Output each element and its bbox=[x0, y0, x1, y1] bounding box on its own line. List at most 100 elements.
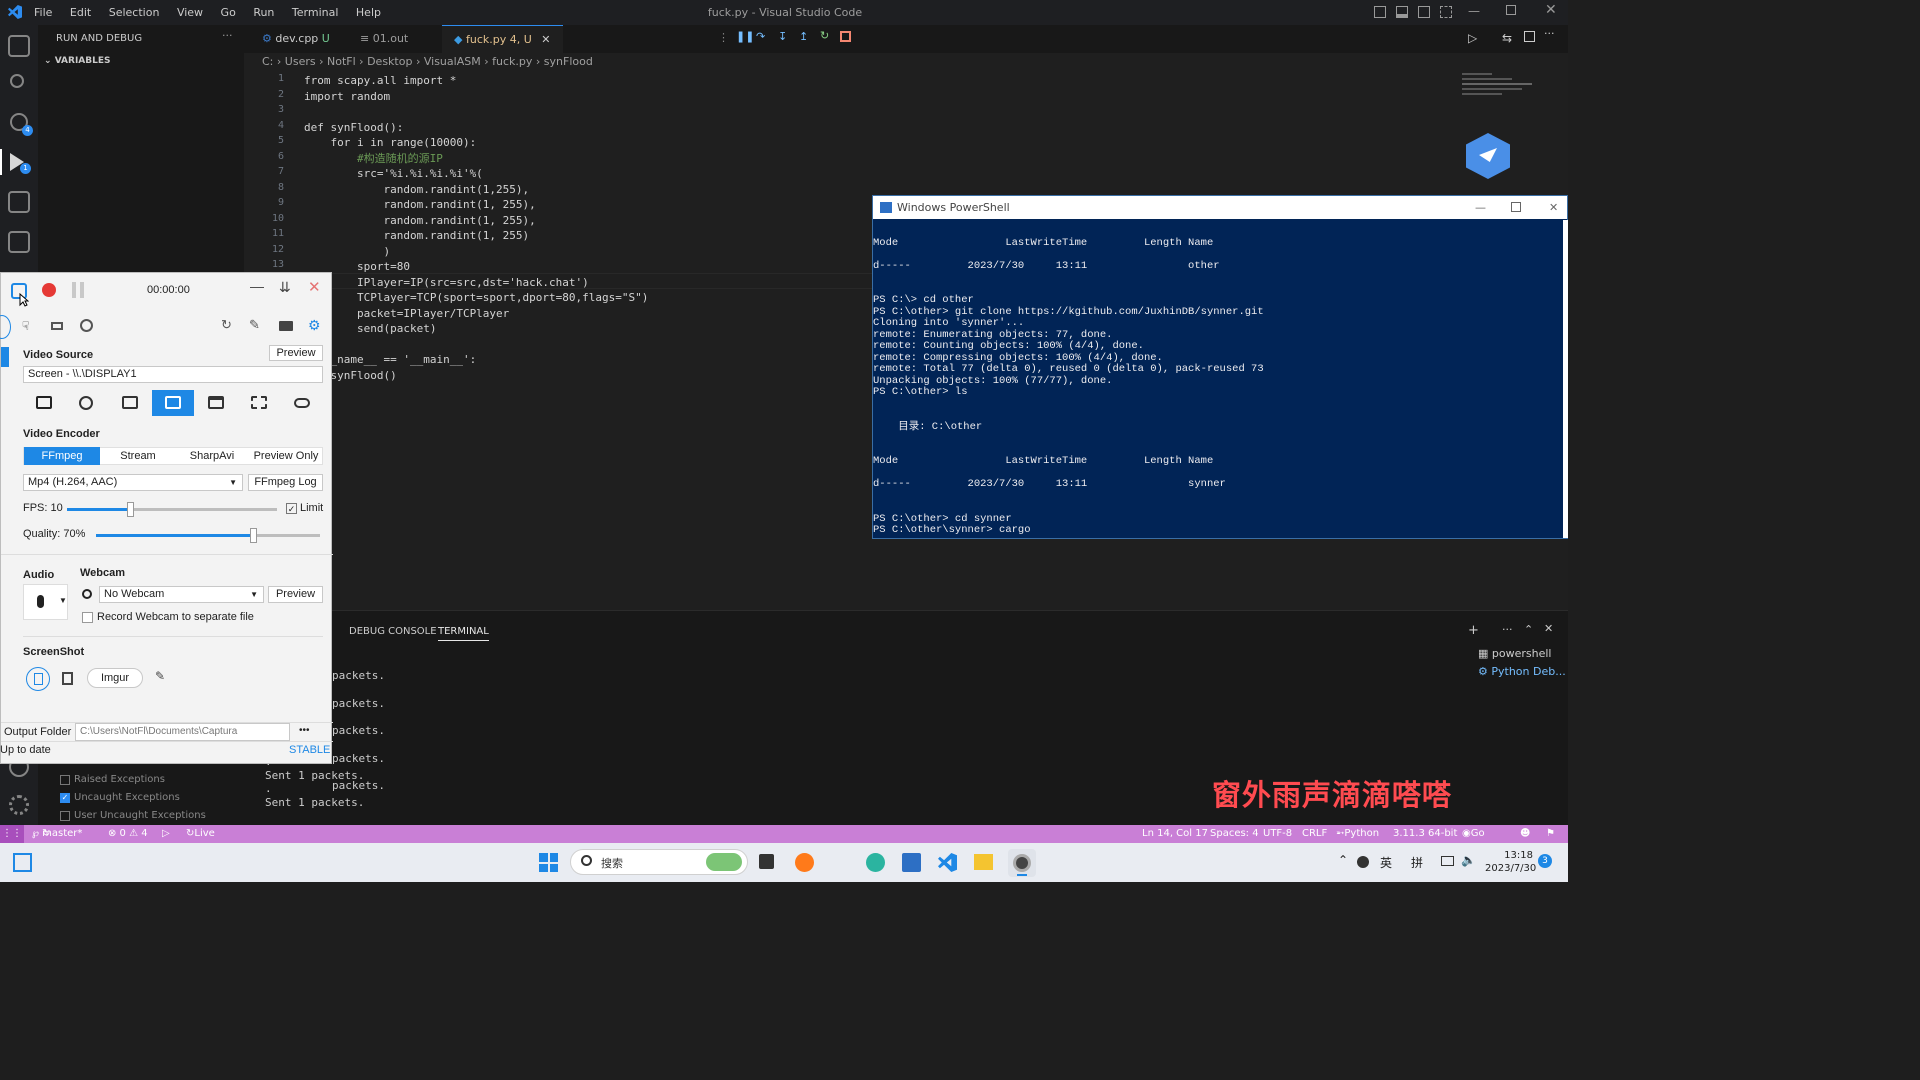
menu-help[interactable]: Help bbox=[356, 0, 381, 25]
debug-status-icon[interactable]: ▷ bbox=[162, 825, 170, 843]
fps-slider-thumb[interactable] bbox=[127, 502, 134, 517]
new-terminal-icon[interactable]: + bbox=[1468, 623, 1479, 638]
refresh-icon[interactable]: ↻ bbox=[221, 317, 232, 333]
screen-source-icon[interactable] bbox=[152, 390, 194, 416]
vscode-taskbar-icon[interactable] bbox=[938, 853, 957, 872]
webcam-preview-button[interactable]: Preview bbox=[268, 586, 323, 603]
webcam-select[interactable]: No Webcam ▼ bbox=[99, 586, 264, 603]
quality-slider[interactable] bbox=[96, 528, 320, 543]
menu-selection[interactable]: Selection bbox=[109, 0, 160, 25]
gamepad-source-icon[interactable] bbox=[281, 390, 323, 416]
taskbar-search[interactable]: 搜索 bbox=[570, 849, 748, 875]
split-editor-icon[interactable] bbox=[1524, 31, 1535, 42]
remote-indicator-icon[interactable]: ⋮⋮ bbox=[0, 825, 24, 843]
settings-gear-icon[interactable] bbox=[9, 795, 29, 815]
taskview-app-icon[interactable] bbox=[13, 853, 32, 872]
chevron-down-icon[interactable]: ▼ bbox=[59, 596, 67, 605]
captura-taskbar-button[interactable] bbox=[1008, 849, 1036, 877]
microphone-button[interactable]: ▼ bbox=[23, 584, 68, 620]
region-source-icon[interactable] bbox=[238, 390, 280, 416]
go-live-button[interactable]: ◉ Go Live bbox=[1462, 825, 1491, 857]
encoding[interactable]: UTF-8 bbox=[1263, 825, 1292, 843]
menu-file[interactable]: File bbox=[34, 0, 52, 25]
toggle-panel-icon[interactable] bbox=[1396, 6, 1408, 18]
powershell-title-bar[interactable]: Windows PowerShell — ✕ bbox=[873, 196, 1567, 219]
breadcrumb-item[interactable]: C: bbox=[262, 55, 273, 68]
multi-screen-icon[interactable] bbox=[109, 390, 151, 416]
language-mode[interactable]: ➵ Python bbox=[1336, 825, 1379, 843]
more-actions-icon[interactable]: ··· bbox=[222, 29, 233, 42]
captura-window[interactable]: 00:00:00 — ⇊ ✕ ☟ ↻ ✎ ⚙ Video Source Prev… bbox=[0, 272, 333, 764]
breadcrumb-item[interactable]: NotFl bbox=[327, 55, 356, 68]
minimap[interactable] bbox=[1462, 71, 1562, 103]
output-folder-field[interactable]: C:\Users\NotFl\Documents\Captura bbox=[75, 723, 290, 741]
window-source-icon[interactable] bbox=[195, 390, 237, 416]
tab-01-out[interactable]: ≡ 01.out bbox=[348, 25, 420, 53]
terminal-instance-powershell[interactable]: ▦ powershell bbox=[1478, 647, 1551, 660]
problems-indicator[interactable]: ⊗ 0 ⚠ 4 bbox=[108, 825, 148, 843]
ime-mode[interactable]: 拼 bbox=[1411, 854, 1423, 871]
maximize-panel-icon[interactable]: ⌃ bbox=[1524, 623, 1533, 636]
menu-edit[interactable]: Edit bbox=[70, 0, 91, 25]
file-explorer-dark-icon[interactable] bbox=[759, 854, 774, 869]
cursor-position[interactable]: Ln 14, Col 17 bbox=[1142, 825, 1208, 843]
imgur-button[interactable]: Imgur bbox=[87, 668, 143, 688]
record-webcam-checkbox[interactable] bbox=[82, 612, 93, 623]
close-window-icon[interactable]: ✕ bbox=[1545, 2, 1557, 18]
mode-indicator-icon[interactable] bbox=[0, 315, 11, 339]
run-python-icon[interactable]: ▷ bbox=[1468, 31, 1477, 45]
variables-section[interactable]: ⌄ VARIABLES bbox=[44, 56, 110, 66]
browse-more-button[interactable]: ••• bbox=[299, 725, 310, 736]
pause-button[interactable] bbox=[72, 282, 84, 298]
checkbox-uncaught[interactable]: ✓ bbox=[60, 793, 70, 803]
quality-slider-thumb[interactable] bbox=[249, 528, 257, 543]
webcam-source-icon[interactable] bbox=[66, 390, 108, 416]
powershell-console[interactable]: Mode LastWriteTime Length Name d----- 202… bbox=[873, 226, 1563, 538]
breadcrumb-item[interactable]: synFlood bbox=[544, 55, 593, 68]
drag-handle-icon[interactable]: ⋮ bbox=[718, 31, 729, 44]
ps-minimize-icon[interactable]: — bbox=[1475, 196, 1486, 219]
line-ending[interactable]: CRLF bbox=[1302, 825, 1327, 843]
ffmpeg-log-button[interactable]: FFmpeg Log bbox=[248, 474, 323, 491]
source-preview-button[interactable]: Preview bbox=[269, 345, 323, 361]
edge-icon[interactable] bbox=[866, 853, 885, 872]
explorer-icon[interactable] bbox=[8, 35, 30, 57]
accounts-status-icon[interactable]: ☻ bbox=[1520, 825, 1530, 843]
edit-pen-icon[interactable]: ✎ bbox=[155, 669, 165, 683]
breadcrumb-item[interactable]: VisualASM bbox=[424, 55, 481, 68]
ps-close-icon[interactable]: ✕ bbox=[1549, 196, 1558, 219]
step-into-icon[interactable]: ↧ bbox=[778, 30, 787, 43]
encoder-ffmpeg[interactable]: FFmpeg bbox=[24, 447, 100, 465]
toggle-sidebar-icon[interactable] bbox=[1374, 6, 1386, 18]
ps-maximize-icon[interactable] bbox=[1511, 202, 1521, 212]
toggle-secondary-sidebar-icon[interactable] bbox=[1418, 6, 1430, 18]
ime-language[interactable]: 英 bbox=[1380, 854, 1392, 871]
live-share-button[interactable]: ↻ Live Share bbox=[186, 825, 223, 857]
keyboard-icon[interactable] bbox=[51, 322, 63, 330]
search-icon[interactable] bbox=[10, 74, 24, 88]
restart-icon[interactable]: ↻ bbox=[820, 29, 829, 42]
cap-minimize-icon[interactable]: — bbox=[250, 278, 264, 294]
branch-indicator[interactable]: ℘ master* ↻ bbox=[32, 825, 82, 843]
hand-pointer-icon[interactable]: ☟ bbox=[22, 319, 29, 333]
tab-debug-console[interactable]: DEBUG CONSOLE bbox=[349, 626, 437, 637]
notifications-icon[interactable]: ⚑ bbox=[1546, 825, 1555, 843]
minimize-icon[interactable]: — bbox=[1468, 4, 1480, 18]
ps-scrollbar[interactable] bbox=[1563, 220, 1568, 538]
remote-explorer-icon[interactable] bbox=[8, 231, 30, 253]
powershell-taskbar-icon[interactable] bbox=[902, 853, 921, 872]
notification-badge[interactable]: 3 bbox=[1538, 854, 1552, 868]
step-over-icon[interactable]: ↷ bbox=[756, 30, 765, 43]
open-changes-icon[interactable]: ⇆ bbox=[1502, 31, 1512, 45]
step-out-icon[interactable]: ↥ bbox=[799, 30, 808, 43]
clock[interactable]: 13:18 2023/7/30 bbox=[1485, 849, 1536, 875]
network-icon[interactable] bbox=[1441, 856, 1454, 866]
tab-dev-cpp[interactable]: ⚙ dev.cpp U bbox=[250, 25, 342, 53]
encoder-preview-only[interactable]: Preview Only bbox=[248, 447, 324, 465]
panel-more-icon[interactable]: ··· bbox=[1502, 623, 1513, 636]
menu-run[interactable]: Run bbox=[253, 0, 274, 25]
limit-checkbox[interactable]: ✓ bbox=[286, 503, 297, 514]
pause-icon[interactable]: ❚❚ bbox=[736, 30, 754, 43]
indentation[interactable]: Spaces: 4 bbox=[1210, 825, 1259, 843]
tab-terminal[interactable]: TERMINAL bbox=[438, 626, 489, 641]
